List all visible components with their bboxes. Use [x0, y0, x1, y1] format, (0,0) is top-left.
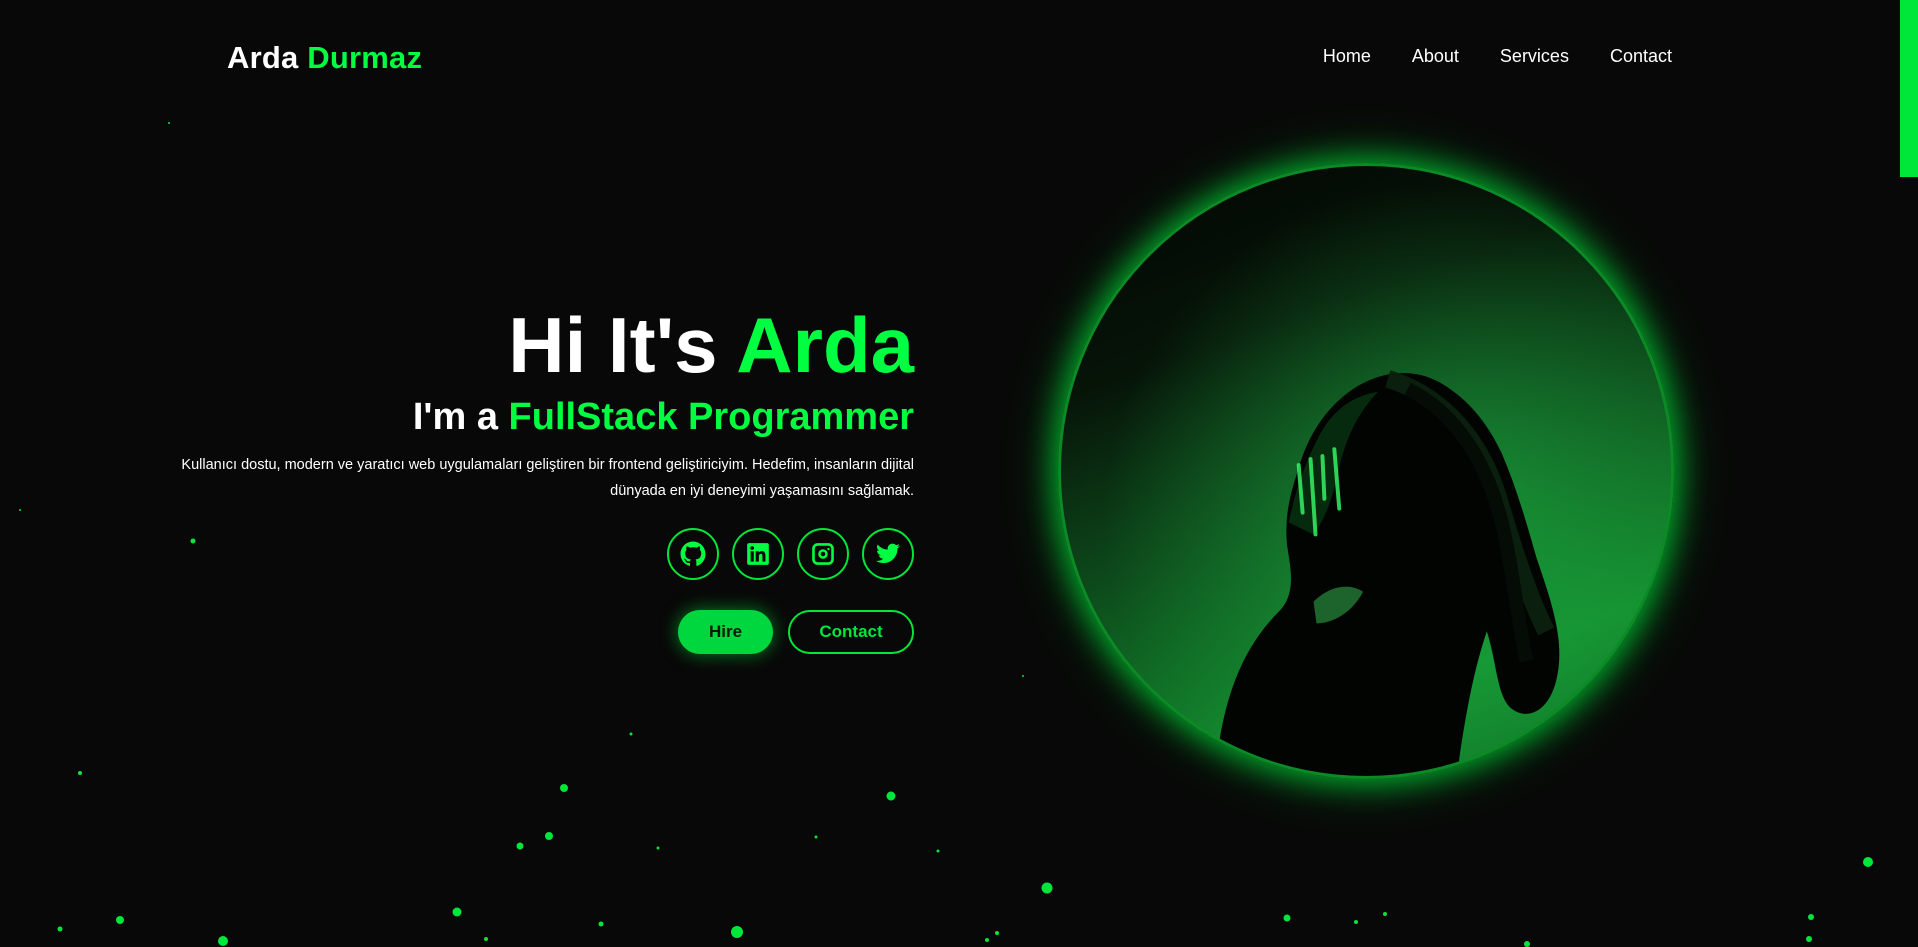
- hero-subtitle: I'm a FullStack Programmer: [180, 392, 914, 442]
- instagram-link[interactable]: [797, 528, 849, 580]
- hire-button[interactable]: Hire: [678, 610, 773, 654]
- twitter-link[interactable]: [862, 528, 914, 580]
- hero-role: FullStack Programmer: [508, 396, 914, 438]
- logo-last-name: Durmaz: [307, 40, 423, 75]
- nav-about[interactable]: About: [1412, 46, 1459, 67]
- instagram-icon: [812, 543, 834, 565]
- contact-button[interactable]: Contact: [788, 610, 914, 654]
- main-nav: Home About Services Contact: [1323, 46, 1672, 67]
- twitter-icon: [876, 543, 900, 563]
- hero-name: Arda: [736, 301, 914, 389]
- scroll-progress-indicator: [1900, 0, 1918, 177]
- site-logo[interactable]: Arda Durmaz: [227, 40, 422, 76]
- hero-role-prefix: I'm a: [412, 396, 498, 438]
- nav-home[interactable]: Home: [1323, 46, 1371, 67]
- hero-title: Hi It's Arda: [180, 300, 914, 390]
- social-links: [667, 528, 914, 580]
- logo-first-name: Arda: [227, 40, 299, 75]
- hero-text: Hi It's Arda I'm a FullStack Programmer …: [180, 300, 914, 504]
- hero-actions: Hire Contact: [678, 610, 914, 654]
- profile-photo: [1061, 166, 1671, 776]
- page: Arda Durmaz Home About Services Contact …: [0, 0, 1918, 947]
- nav-services[interactable]: Services: [1500, 46, 1569, 67]
- nav-contact[interactable]: Contact: [1610, 46, 1672, 67]
- profile-portrait: [1058, 163, 1674, 779]
- hero-description: Kullanıcı dostu, modern ve yaratıcı web …: [181, 457, 914, 499]
- github-icon: [680, 541, 706, 566]
- linkedin-link[interactable]: [732, 528, 784, 580]
- github-link[interactable]: [667, 528, 719, 580]
- hero-greeting: Hi It's: [508, 301, 718, 389]
- linkedin-icon: [747, 543, 769, 565]
